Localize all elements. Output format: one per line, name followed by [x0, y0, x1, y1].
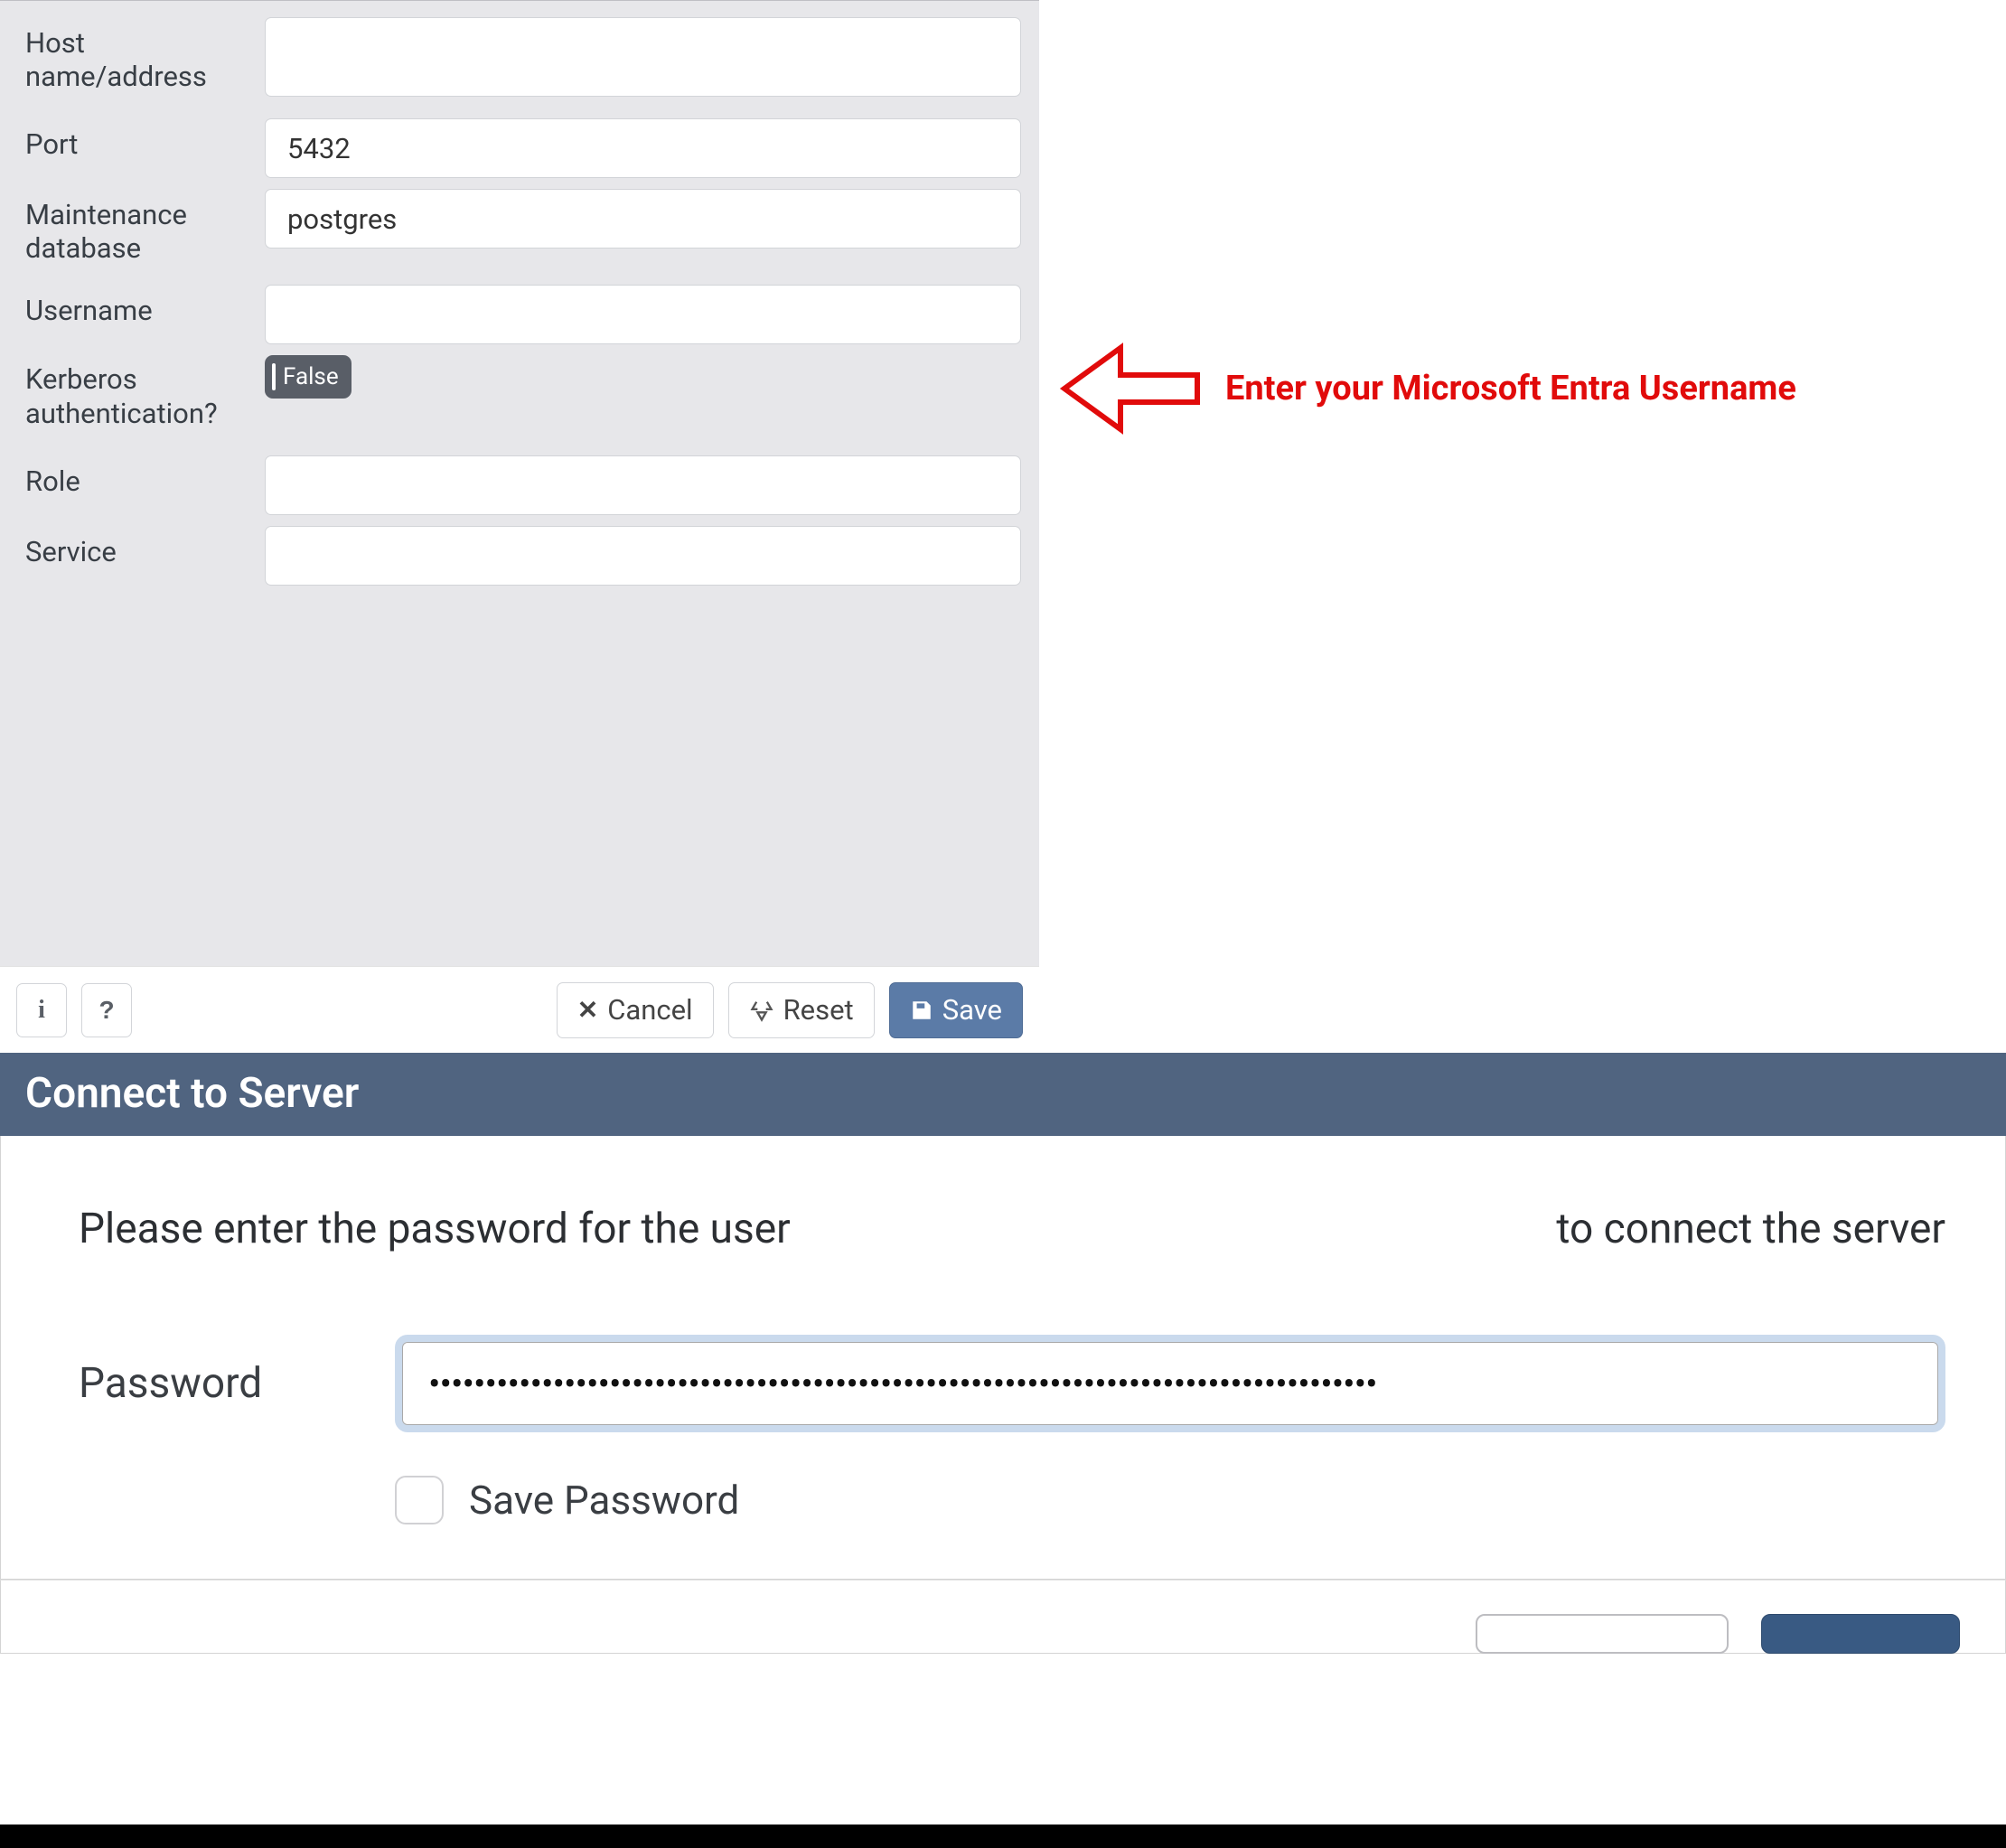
dialog-secondary-button[interactable]	[1476, 1614, 1729, 1654]
kerberos-label: Kerberos authentication?	[25, 355, 265, 429]
host-input[interactable]	[265, 17, 1021, 97]
save-password-label: Save Password	[469, 1477, 739, 1524]
cancel-button-label: Cancel	[607, 993, 692, 1027]
info-button[interactable]: i	[16, 983, 67, 1037]
dialog-prompt: Please enter the password for the user t…	[79, 1205, 1945, 1253]
kerberos-toggle-value: False	[283, 363, 339, 390]
save-icon	[910, 999, 933, 1022]
service-input[interactable]	[265, 526, 1021, 586]
dialog-title: Connect to Server	[0, 1053, 2006, 1136]
password-input[interactable]	[402, 1342, 1938, 1425]
host-label: Host name/address	[25, 17, 265, 93]
close-icon: ✕	[577, 995, 598, 1025]
save-button-label: Save	[942, 993, 1002, 1027]
bottom-black-bar	[0, 1825, 2006, 1848]
recycle-icon	[749, 998, 774, 1023]
save-button[interactable]: Save	[889, 982, 1023, 1038]
reset-button[interactable]: Reset	[728, 982, 875, 1038]
save-password-checkbox[interactable]	[395, 1476, 444, 1524]
username-input[interactable]	[265, 285, 1021, 344]
password-label: Password	[79, 1359, 395, 1408]
maintdb-input[interactable]	[265, 189, 1021, 249]
port-input[interactable]	[265, 118, 1021, 178]
help-button[interactable]: ?	[81, 983, 132, 1037]
service-label: Service	[25, 526, 265, 568]
annotation-text: Enter your Microsoft Entra Username	[1225, 369, 1796, 408]
kerberos-toggle[interactable]: False	[265, 355, 352, 399]
port-label: Port	[25, 118, 265, 161]
username-label: Username	[25, 285, 265, 327]
form-footer: i ? ✕ Cancel Reset Save	[0, 966, 1039, 1053]
toggle-handle-icon	[272, 363, 276, 390]
role-input[interactable]	[265, 455, 1021, 515]
prompt-left: Please enter the password for the user	[79, 1205, 791, 1253]
reset-button-label: Reset	[783, 993, 854, 1027]
connection-form-panel: Host name/address Port Maintenance datab…	[0, 0, 1039, 1053]
arrow-left-icon	[1057, 334, 1202, 443]
prompt-right: to connect the server	[1556, 1205, 1945, 1253]
dialog-primary-button[interactable]	[1761, 1614, 1960, 1654]
connect-to-server-dialog: Connect to Server Please enter the passw…	[0, 1053, 2006, 1654]
cancel-button[interactable]: ✕ Cancel	[557, 982, 714, 1038]
dialog-footer	[0, 1580, 2006, 1654]
role-label: Role	[25, 455, 265, 498]
maintdb-label: Maintenance database	[25, 189, 265, 265]
annotation-callout: Enter your Microsoft Entra Username	[1057, 334, 1796, 443]
